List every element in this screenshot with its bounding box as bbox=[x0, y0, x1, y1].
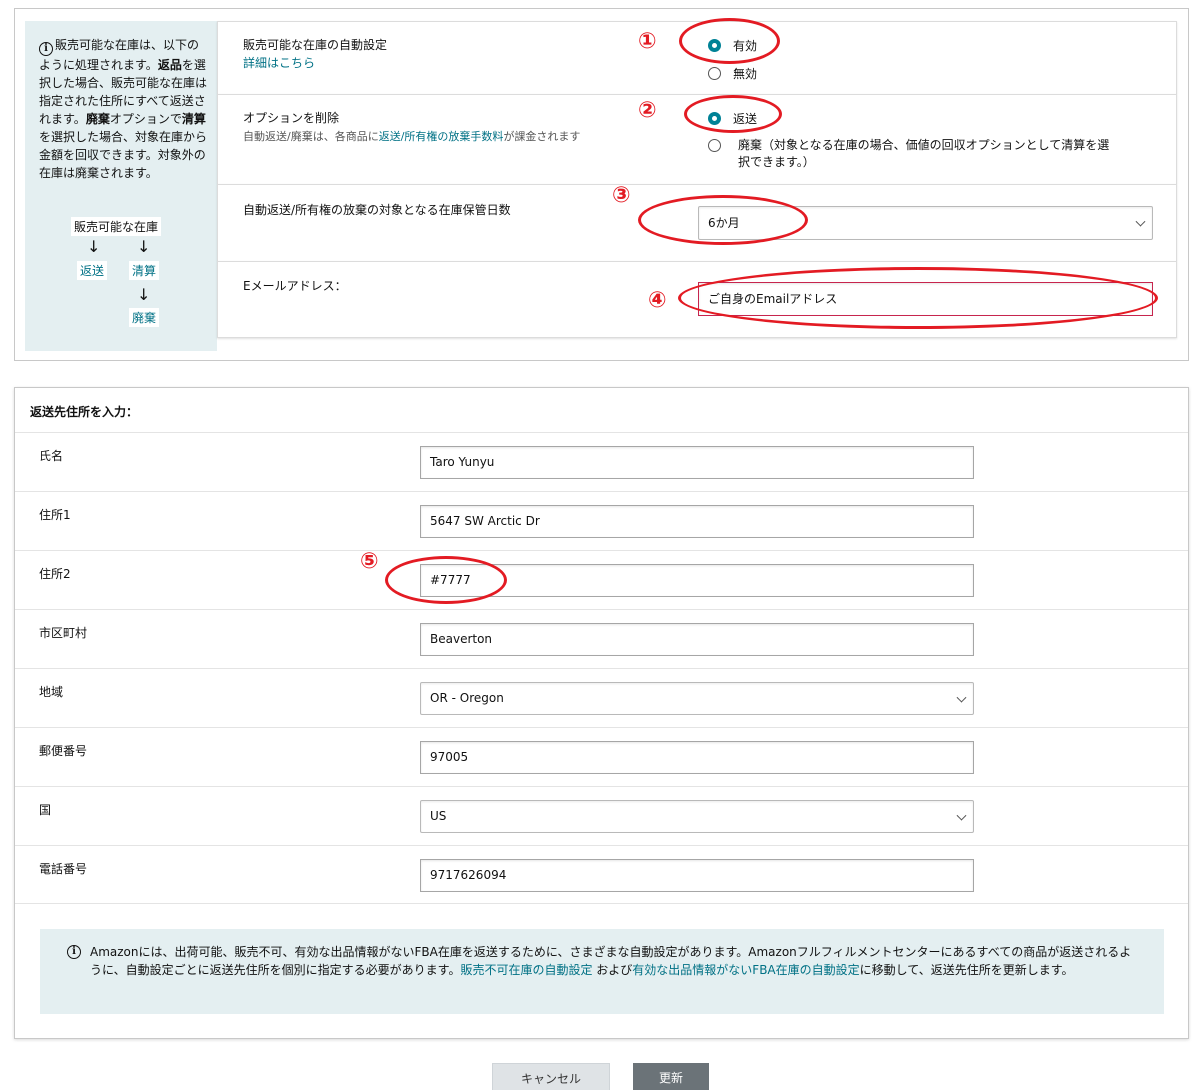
annotation-number-3: ③ bbox=[612, 183, 631, 208]
settings-list: 販売可能な在庫の自動設定 詳細はこちら 有効 無効 オプションを削除 自動返送/… bbox=[217, 21, 1177, 338]
region-label: 地域 bbox=[39, 685, 64, 699]
info-icon: i bbox=[39, 42, 53, 56]
address-row-phone: 電話番号 9717626094 bbox=[15, 845, 1188, 904]
address2-field[interactable]: #7777 bbox=[420, 564, 974, 597]
radio-disabled[interactable]: 無効 bbox=[708, 65, 757, 82]
radio-dispose-label: 廃棄（対象となる在庫の場合、価値の回収オプションとして清算を選択できます。） bbox=[738, 138, 1110, 169]
flow-liquidate-link[interactable]: 清算 bbox=[129, 261, 160, 280]
radio-selected-icon bbox=[708, 39, 721, 52]
stranded-settings-link[interactable]: 有効な出品情報がないFBA在庫の自動設定 bbox=[632, 963, 859, 977]
country-label: 国 bbox=[39, 803, 52, 817]
city-value: Beaverton bbox=[430, 632, 493, 646]
address-row-city: 市区町村 Beaverton bbox=[15, 609, 1188, 668]
email-row: Eメールアドレス： ご自身のEmailアドレス bbox=[217, 261, 1177, 338]
email-label: Eメールアドレス： bbox=[243, 279, 347, 293]
storage-days-value: 6か月 bbox=[708, 216, 740, 230]
arrow-down-icon: ↓ bbox=[137, 285, 151, 304]
auto-setting-row: 販売可能な在庫の自動設定 詳細はこちら 有効 無効 bbox=[217, 21, 1177, 94]
address-row-country: 国 US bbox=[15, 786, 1188, 845]
info-notice: i Amazonには、出荷可能、販売不可、有効な出品情報がないFBA在庫を返送す… bbox=[40, 929, 1164, 1014]
flow-return-link[interactable]: 返送 bbox=[77, 261, 108, 280]
notice-text-end: に移動して、返送先住所を更新します。 bbox=[859, 963, 1074, 977]
annotation-number-2: ② bbox=[638, 98, 657, 123]
return-address-title: 返送先住所を入力： bbox=[30, 405, 139, 419]
chevron-down-icon bbox=[956, 810, 967, 821]
address1-value: 5647 SW Arctic Dr bbox=[430, 514, 540, 528]
storage-days-row: 自動返送/所有権の放棄の対象となる在庫保管日数 6か月 bbox=[217, 184, 1177, 261]
address1-field[interactable]: 5647 SW Arctic Dr bbox=[420, 505, 974, 538]
phone-value: 9717626094 bbox=[430, 868, 507, 882]
flow-dispose-link[interactable]: 廃棄 bbox=[129, 308, 160, 327]
annotation-number-4: ④ bbox=[648, 288, 667, 313]
subtext-prefix: 自動返送/廃棄は、各商品に bbox=[243, 130, 379, 143]
cancel-button[interactable]: キャンセル bbox=[492, 1063, 610, 1090]
radio-return-label: 返送 bbox=[733, 112, 758, 126]
info-icon: i bbox=[67, 945, 81, 959]
info-sidebar: i 販売可能な在庫は、以下のように処理されます。返品を選択した場合、販売可能な在庫… bbox=[25, 21, 217, 351]
address2-label: 住所2 bbox=[39, 567, 71, 581]
address-row-region: 地域 OR - Oregon bbox=[15, 668, 1188, 727]
phone-field[interactable]: 9717626094 bbox=[420, 859, 974, 892]
flow-sellable: 販売可能な在庫 bbox=[71, 217, 162, 236]
arrow-down-icon: ↓ bbox=[137, 237, 151, 256]
country-select[interactable]: US bbox=[420, 800, 974, 833]
country-value: US bbox=[430, 809, 447, 823]
update-button[interactable]: 更新 bbox=[633, 1063, 709, 1090]
sidebar-info-text: i 販売可能な在庫は、以下のように処理されます。返品を選択した場合、販売可能な在庫… bbox=[39, 38, 208, 180]
radio-return[interactable]: 返送 bbox=[708, 110, 757, 127]
address-row-line1: 住所1 5647 SW Arctic Dr bbox=[15, 491, 1188, 550]
address2-value: #7777 bbox=[430, 573, 471, 587]
remove-option-row: オプションを削除 自動返送/廃棄は、各商品に返送/所有権の放棄手数料が課金されま… bbox=[217, 94, 1177, 184]
address1-label: 住所1 bbox=[39, 508, 71, 522]
auto-setting-label: 販売可能な在庫の自動設定 bbox=[243, 38, 388, 52]
name-value: Taro Yunyu bbox=[430, 455, 495, 469]
region-value: OR - Oregon bbox=[430, 691, 504, 705]
postal-label: 郵便番号 bbox=[39, 744, 88, 758]
email-field[interactable]: ご自身のEmailアドレス bbox=[698, 282, 1153, 316]
unsellable-settings-link[interactable]: 販売不可在庫の自動設定 bbox=[460, 963, 592, 977]
storage-days-label: 自動返送/所有権の放棄の対象となる在庫保管日数 bbox=[243, 203, 511, 217]
radio-selected-icon bbox=[708, 112, 721, 125]
address-row-postal: 郵便番号 97005 bbox=[15, 727, 1188, 786]
radio-disabled-label: 無効 bbox=[733, 67, 758, 81]
region-select[interactable]: OR - Oregon bbox=[420, 682, 974, 715]
name-label: 氏名 bbox=[39, 449, 64, 463]
fee-link[interactable]: 返送/所有権の放棄手数料 bbox=[379, 130, 504, 143]
address-row-name: 氏名 Taro Yunyu bbox=[15, 432, 1188, 491]
arrow-down-icon: ↓ bbox=[87, 237, 101, 256]
city-field[interactable]: Beaverton bbox=[420, 623, 974, 656]
divider bbox=[15, 903, 1188, 904]
phone-label: 電話番号 bbox=[39, 862, 88, 876]
storage-days-select[interactable]: 6か月 bbox=[698, 206, 1153, 240]
city-label: 市区町村 bbox=[39, 626, 88, 640]
radio-empty-icon bbox=[708, 67, 721, 80]
learn-more-link[interactable]: 詳細はこちら bbox=[243, 54, 315, 71]
radio-enabled[interactable]: 有効 bbox=[708, 37, 757, 54]
notice-text-mid: および bbox=[592, 963, 633, 977]
radio-dispose[interactable]: 廃棄（対象となる在庫の場合、価値の回収オプションとして清算を選択できます。） bbox=[708, 137, 1118, 171]
postal-value: 97005 bbox=[430, 750, 469, 764]
radio-enabled-label: 有効 bbox=[733, 39, 758, 53]
remove-option-label: オプションを削除 bbox=[243, 111, 340, 125]
address-row-line2: 住所2 #7777 bbox=[15, 550, 1188, 609]
annotation-number-1: ① bbox=[638, 29, 657, 54]
radio-empty-icon bbox=[708, 139, 721, 152]
return-address-panel: 返送先住所を入力： 氏名 Taro Yunyu 住所1 5647 SW Arct… bbox=[14, 387, 1189, 1039]
chevron-down-icon bbox=[1135, 216, 1146, 227]
remove-option-subtext: 自動返送/廃棄は、各商品に返送/所有権の放棄手数料が課金されます bbox=[243, 128, 580, 144]
postal-field[interactable]: 97005 bbox=[420, 741, 974, 774]
chevron-down-icon bbox=[956, 692, 967, 703]
name-field[interactable]: Taro Yunyu bbox=[420, 446, 974, 479]
annotation-number-5: ⑤ bbox=[360, 549, 379, 574]
subtext-suffix: が課金されます bbox=[503, 130, 581, 143]
email-value: ご自身のEmailアドレス bbox=[708, 292, 838, 306]
